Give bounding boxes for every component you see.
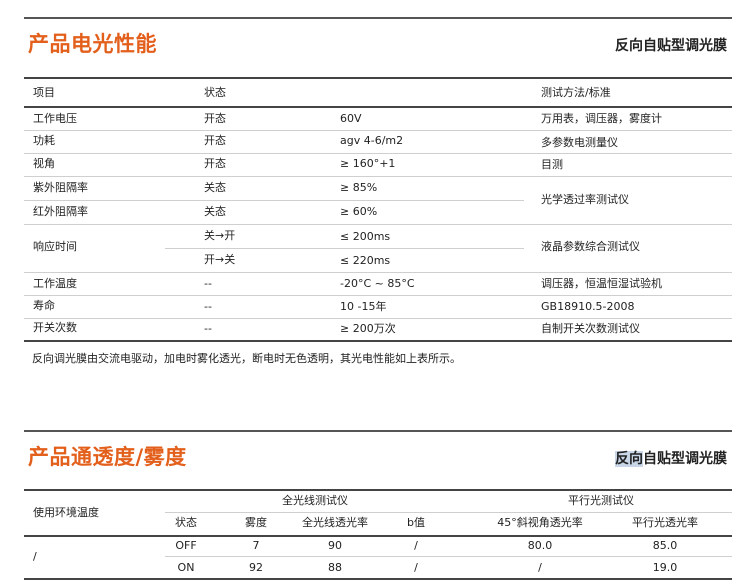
cell-method: 目测 [541,158,563,171]
cell-value: ≥ 85% [340,181,378,194]
cell-item: 红外阻隔率 [33,205,88,218]
cell-item-merged: 响应时间 [33,240,77,253]
cell-state: 开态 [204,157,226,170]
header-env-temp: 使用环境温度 [33,506,99,519]
section2-subtitle: 反向自贴型调光膜 [615,448,727,468]
table-note: 反向调光膜由交流电驱动，加电时雾化透光，断电时无色透明，其光电性能如上表所示。 [32,352,461,365]
col-header-parallel-transmittance: 平行光透光率 [632,516,698,529]
section2-title: 产品通透度/雾度 [28,445,187,469]
cell-item: 寿命 [33,299,55,312]
cell-method-merged: 液晶参数综合测试仪 [541,240,640,253]
cell-method: 万用表，调压器，雾度计 [541,112,662,125]
cell-45deg-transmittance: 80.0 [527,539,553,552]
cell-item: 工作温度 [33,277,77,290]
cell-full-transmittance: 88 [328,561,342,574]
row-divider [165,248,524,249]
cell-state: 关态 [204,181,226,194]
cell-value: 10 -15年 [340,300,387,313]
table-top-rule [24,77,732,79]
header-method: 测试方法/标准 [541,86,611,99]
header-item: 项目 [33,86,55,99]
cell-state: OFF [175,539,197,552]
cell-b-value: / [414,539,418,552]
cell-state: -- [204,277,212,290]
table-top-rule [24,489,732,491]
cell-value: ≤ 200ms [340,230,391,243]
cell-env-temp: / [33,550,37,563]
col-header-45deg-transmittance: 45°斜视角透光率 [497,516,583,529]
section1-top-rule [24,17,732,19]
row-divider [24,200,524,201]
cell-item: 开关次数 [33,321,77,334]
cell-value: ≥ 60% [340,205,378,218]
cell-state: 开态 [204,112,226,125]
cell-state: ON [177,561,195,574]
header-state: 状态 [204,86,226,99]
col-header-b-value: b值 [407,516,425,529]
cell-value: -20°C ~ 85°C [340,277,415,290]
cell-value: ≥ 160°+1 [340,157,396,170]
cell-state: 开态 [204,134,226,147]
cell-value: ≥ 200万次 [340,322,396,335]
table-bottom-rule [24,340,732,342]
cell-haze: 92 [249,561,263,574]
cell-state: 关态 [204,205,226,218]
cell-item: 功耗 [33,134,55,147]
table-bottom-rule [24,578,732,580]
section1-title: 产品电光性能 [28,32,157,56]
cell-full-transmittance: 90 [328,539,342,552]
section1-subtitle: 反向自贴型调光膜 [615,38,727,54]
cell-method: 调压器，恒温恒湿试验机 [541,277,662,290]
group-divider [165,512,732,513]
cell-method: GB18910.5-2008 [541,300,635,313]
header-group-full-light: 全光线测试仪 [282,494,348,507]
col-header-haze: 雾度 [245,516,267,529]
cell-value: 60V [340,112,362,125]
col-header-state: 状态 [175,516,197,529]
row-divider [24,153,732,154]
row-divider [24,318,732,319]
subtitle-highlight: 反向 [615,451,643,467]
cell-value: agv 4-6/m2 [340,134,404,147]
cell-45deg-transmittance: / [538,561,542,574]
section2-top-rule [24,430,732,432]
row-divider [24,176,732,177]
cell-method: 多参数电测量仪 [541,136,618,149]
row-divider [165,556,732,557]
cell-item: 工作电压 [33,112,77,125]
cell-item: 紫外阻隔率 [33,181,88,194]
row-divider [24,130,732,131]
cell-method-merged: 光学透过率测试仪 [541,193,629,206]
cell-haze: 7 [252,539,260,552]
row-divider [24,295,732,296]
row-divider [24,272,732,273]
cell-value: ≤ 220ms [340,254,391,267]
header-rule [24,535,732,537]
cell-item: 视角 [33,157,55,170]
cell-state: -- [204,322,212,335]
subtitle-rest: 自贴型调光膜 [643,451,727,467]
cell-parallel-transmittance: 19.0 [652,561,678,574]
col-header-full-transmittance: 全光线透光率 [302,516,368,529]
cell-method: 自制开关次数测试仪 [541,322,640,335]
cell-state: 关→开 [204,229,236,242]
header-group-parallel-light: 平行光测试仪 [568,494,634,507]
cell-state: 开→关 [204,253,236,266]
cell-state: -- [204,300,212,313]
header-rule [24,106,732,108]
cell-b-value: / [414,561,418,574]
cell-parallel-transmittance: 85.0 [652,539,678,552]
row-divider [24,224,732,225]
